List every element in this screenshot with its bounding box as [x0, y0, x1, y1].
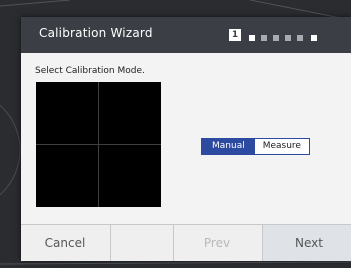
dialog-footer: Cancel Prev Next: [21, 224, 351, 261]
cancel-button[interactable]: Cancel: [21, 225, 109, 261]
mode-manual-button[interactable]: Manual: [202, 139, 255, 154]
mode-measure-button[interactable]: Measure: [254, 139, 309, 154]
calibration-wizard-dialog: Calibration Wizard 1 Select Calibration …: [21, 17, 351, 261]
current-step-number: 1: [229, 29, 241, 41]
step-dot: [261, 35, 267, 41]
step-dot: [285, 35, 291, 41]
prev-button[interactable]: Prev: [173, 225, 261, 261]
step-dot: [273, 35, 279, 41]
calibration-prompt: Select Calibration Mode.: [35, 66, 145, 76]
dialog-title: Calibration Wizard: [39, 26, 153, 40]
calibration-preview: [36, 82, 161, 207]
calibration-mode-toggle: Manual Measure: [201, 138, 310, 155]
footer-spacer: [110, 225, 174, 261]
next-button[interactable]: Next: [262, 225, 351, 261]
step-dot: [297, 35, 303, 41]
dialog-titlebar: Calibration Wizard 1: [21, 17, 351, 53]
crosshair-vertical: [98, 82, 99, 207]
step-dot: [249, 35, 255, 41]
step-dot-last: [311, 35, 317, 41]
